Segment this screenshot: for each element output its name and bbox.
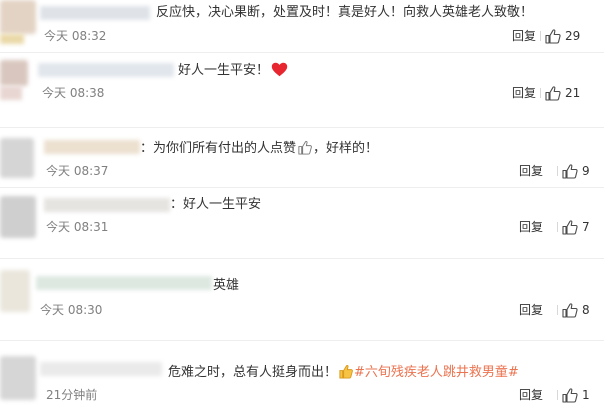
comment-text-part: ，好样的！ (313, 141, 379, 156)
avatar[interactable] (0, 138, 34, 178)
comment-time: 今天 08:37 (46, 164, 109, 178)
avatar[interactable] (0, 60, 28, 86)
avatar-blur (0, 34, 24, 44)
comment-item: 危难之时，总有人挺身而出！ #六旬残疾老人跳井救男童# 21分钟前 回复 1 (0, 354, 604, 410)
reply-button[interactable]: 回复 (519, 388, 543, 402)
heart-icon (271, 62, 288, 77)
comment-time: 今天 08:31 (46, 220, 109, 234)
reply-button[interactable]: 回复 (512, 86, 536, 100)
comment-time: 今天 08:38 (42, 86, 105, 100)
comment-text: 反应快，决心果断，处置及时！真是好人！向救人英雄老人致敬！ (156, 5, 534, 20)
thumbs-up-emoji-icon (339, 364, 353, 379)
comment-text: 好人一生平安！ (178, 62, 288, 79)
username-blurred[interactable] (38, 63, 174, 77)
comment-text: 英雄 (213, 278, 240, 293)
avatar[interactable] (0, 0, 36, 34)
avatar[interactable] (0, 356, 36, 400)
reply-button[interactable]: 回复 (519, 220, 543, 234)
comment-time: 今天 08:30 (40, 303, 103, 317)
divider (0, 187, 604, 188)
divider (0, 258, 604, 259)
like-count: 9 (582, 164, 590, 178)
reply-button[interactable]: 回复 (512, 29, 536, 43)
like-button[interactable]: 7 (557, 219, 590, 235)
like-count: 29 (565, 29, 581, 43)
avatar-blur (0, 86, 22, 100)
comment-item: 好人一生平安！ 今天 08:38 回复 21 (0, 56, 604, 114)
comment-item: ：好人一生平安 今天 08:31 回复 7 (0, 192, 604, 246)
comment-item: 英雄 今天 08:30 回复 8 (0, 270, 604, 328)
comment-text-body: 好人一生平安！ (178, 63, 270, 78)
username-blurred[interactable] (36, 276, 212, 290)
comment-text: ：为你们所有付出的人点赞 ，好样的！ (140, 140, 378, 157)
divider (0, 127, 604, 128)
like-button[interactable]: 9 (557, 163, 590, 179)
username-blurred[interactable] (44, 140, 140, 154)
username-blurred[interactable] (40, 6, 150, 20)
hashtag-link[interactable]: #六旬残疾老人跳井救男童# (354, 365, 519, 380)
reply-button[interactable]: 回复 (519, 303, 543, 317)
thumb-up-icon (562, 163, 578, 179)
like-count: 8 (582, 303, 590, 317)
avatar[interactable] (0, 270, 30, 312)
comment-text-body: 危难之时，总有人挺身而出！ (168, 365, 338, 380)
divider (0, 52, 604, 53)
thumb-up-icon (562, 387, 578, 403)
reply-button[interactable]: 回复 (519, 164, 543, 178)
divider (0, 340, 604, 341)
comment-time: 21分钟前 (46, 388, 98, 402)
thumb-up-icon (562, 219, 578, 235)
like-button[interactable]: 21 (540, 85, 581, 101)
comment-list: 反应快，决心果断，处置及时！真是好人！向救人英雄老人致敬！ 今天 08:32 回… (0, 0, 604, 410)
comment-item: 反应快，决心果断，处置及时！真是好人！向救人英雄老人致敬！ 今天 08:32 回… (0, 0, 604, 60)
like-button[interactable]: 1 (557, 387, 590, 403)
thumb-up-icon (545, 28, 561, 44)
comment-text: 危难之时，总有人挺身而出！ #六旬残疾老人跳井救男童# (168, 364, 519, 381)
comment-text: ：好人一生平安 (170, 197, 262, 212)
thumb-up-icon (545, 85, 561, 101)
like-count: 1 (582, 388, 590, 402)
comment-text-part: ：为你们所有付出的人点赞 (140, 141, 297, 156)
like-button[interactable]: 29 (540, 28, 581, 44)
username-blurred[interactable] (40, 362, 162, 376)
thumbs-up-emoji-icon (298, 140, 312, 155)
avatar[interactable] (0, 196, 36, 238)
comment-time: 今天 08:32 (44, 29, 107, 43)
like-count: 21 (565, 86, 581, 100)
like-count: 7 (582, 220, 590, 234)
like-button[interactable]: 8 (557, 302, 590, 318)
thumb-up-icon (562, 302, 578, 318)
comment-item: ：为你们所有付出的人点赞 ，好样的！ 今天 08:37 回复 9 (0, 136, 604, 190)
username-blurred[interactable] (44, 198, 170, 212)
